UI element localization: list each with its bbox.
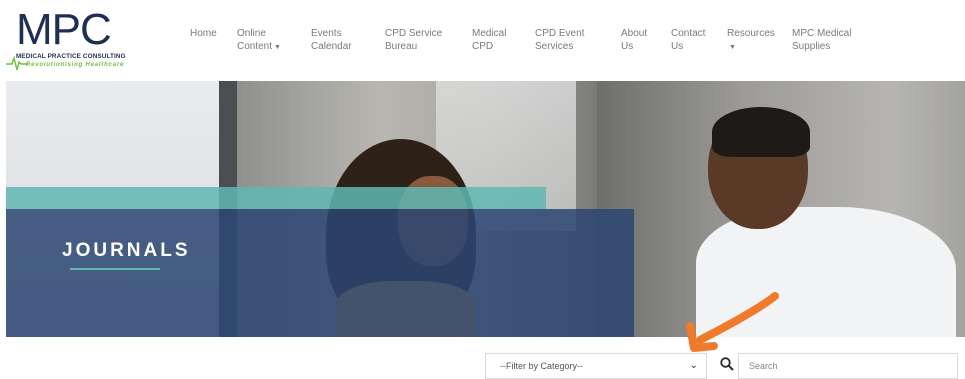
search-input[interactable]: [738, 353, 958, 379]
nav-item-label: Calendar: [311, 41, 352, 52]
nav-item-label: Content: [237, 41, 273, 52]
nav-item-label: Us: [671, 41, 684, 52]
page-title: JOURNALS: [62, 240, 191, 261]
nav-item-cpd-service-bureau[interactable]: CPD Service Bureau: [385, 27, 442, 53]
nav-item-events-calendar[interactable]: Events Calendar: [311, 27, 352, 53]
chevron-down-icon: ⌄: [689, 360, 698, 371]
hero-title-panel: [6, 209, 634, 337]
nav-item-online-content[interactable]: Online Content ▼: [237, 27, 281, 54]
nav-item-contact-us[interactable]: Contact Us: [671, 27, 705, 53]
logo-tagline: Revolutionising Healthcare: [26, 62, 125, 68]
nav-item-label: MPC Medical: [792, 28, 852, 39]
nav-item-label: Bureau: [385, 41, 418, 52]
nav-item-about-us[interactable]: About Us: [621, 27, 647, 53]
nav-item-cpd-event-services[interactable]: CPD Event Services: [535, 27, 584, 53]
nav-item-label: Supplies: [792, 41, 831, 52]
nav-item-label: CPD: [472, 41, 494, 52]
nav-item-label: Events: [311, 28, 342, 39]
nav-item-label: Online: [237, 28, 266, 39]
search-icon[interactable]: [720, 357, 734, 371]
nav-item-label: Home: [190, 28, 217, 39]
nav-item-home[interactable]: Home: [190, 27, 217, 40]
caret-down-icon: ▼: [274, 44, 281, 51]
category-filter-select[interactable]: --Filter by Category-- ⌄: [485, 353, 707, 379]
caret-down-icon: ▼: [729, 44, 736, 51]
hero-photo-man: [712, 107, 810, 157]
nav-item-label: Resources: [727, 28, 775, 39]
nav-item-label: Medical: [472, 28, 507, 39]
nav-item-resources[interactable]: Resources ▼: [727, 27, 775, 54]
nav-item-label: Us: [621, 41, 634, 52]
nav-item-label: CPD Service: [385, 28, 443, 39]
hero-accent-band: [6, 187, 546, 209]
category-filter-value: --Filter by Category--: [500, 361, 584, 371]
nav-item-label: About: [621, 28, 648, 39]
arrow-annotation-icon: [686, 292, 779, 352]
nav-item-medical-cpd[interactable]: Medical CPD: [472, 27, 506, 53]
nav-item-mpc-medical-supplies[interactable]: MPC Medical Supplies: [792, 27, 851, 53]
nav-item-label: Contact: [671, 28, 706, 39]
nav-item-label: CPD Event: [535, 28, 585, 39]
nav-item-label: Services: [535, 41, 574, 52]
hero-banner: JOURNALS: [6, 81, 965, 337]
title-underline: [70, 268, 160, 270]
main-nav: Home Online Content ▼ Events Calendar CPD…: [0, 27, 965, 57]
